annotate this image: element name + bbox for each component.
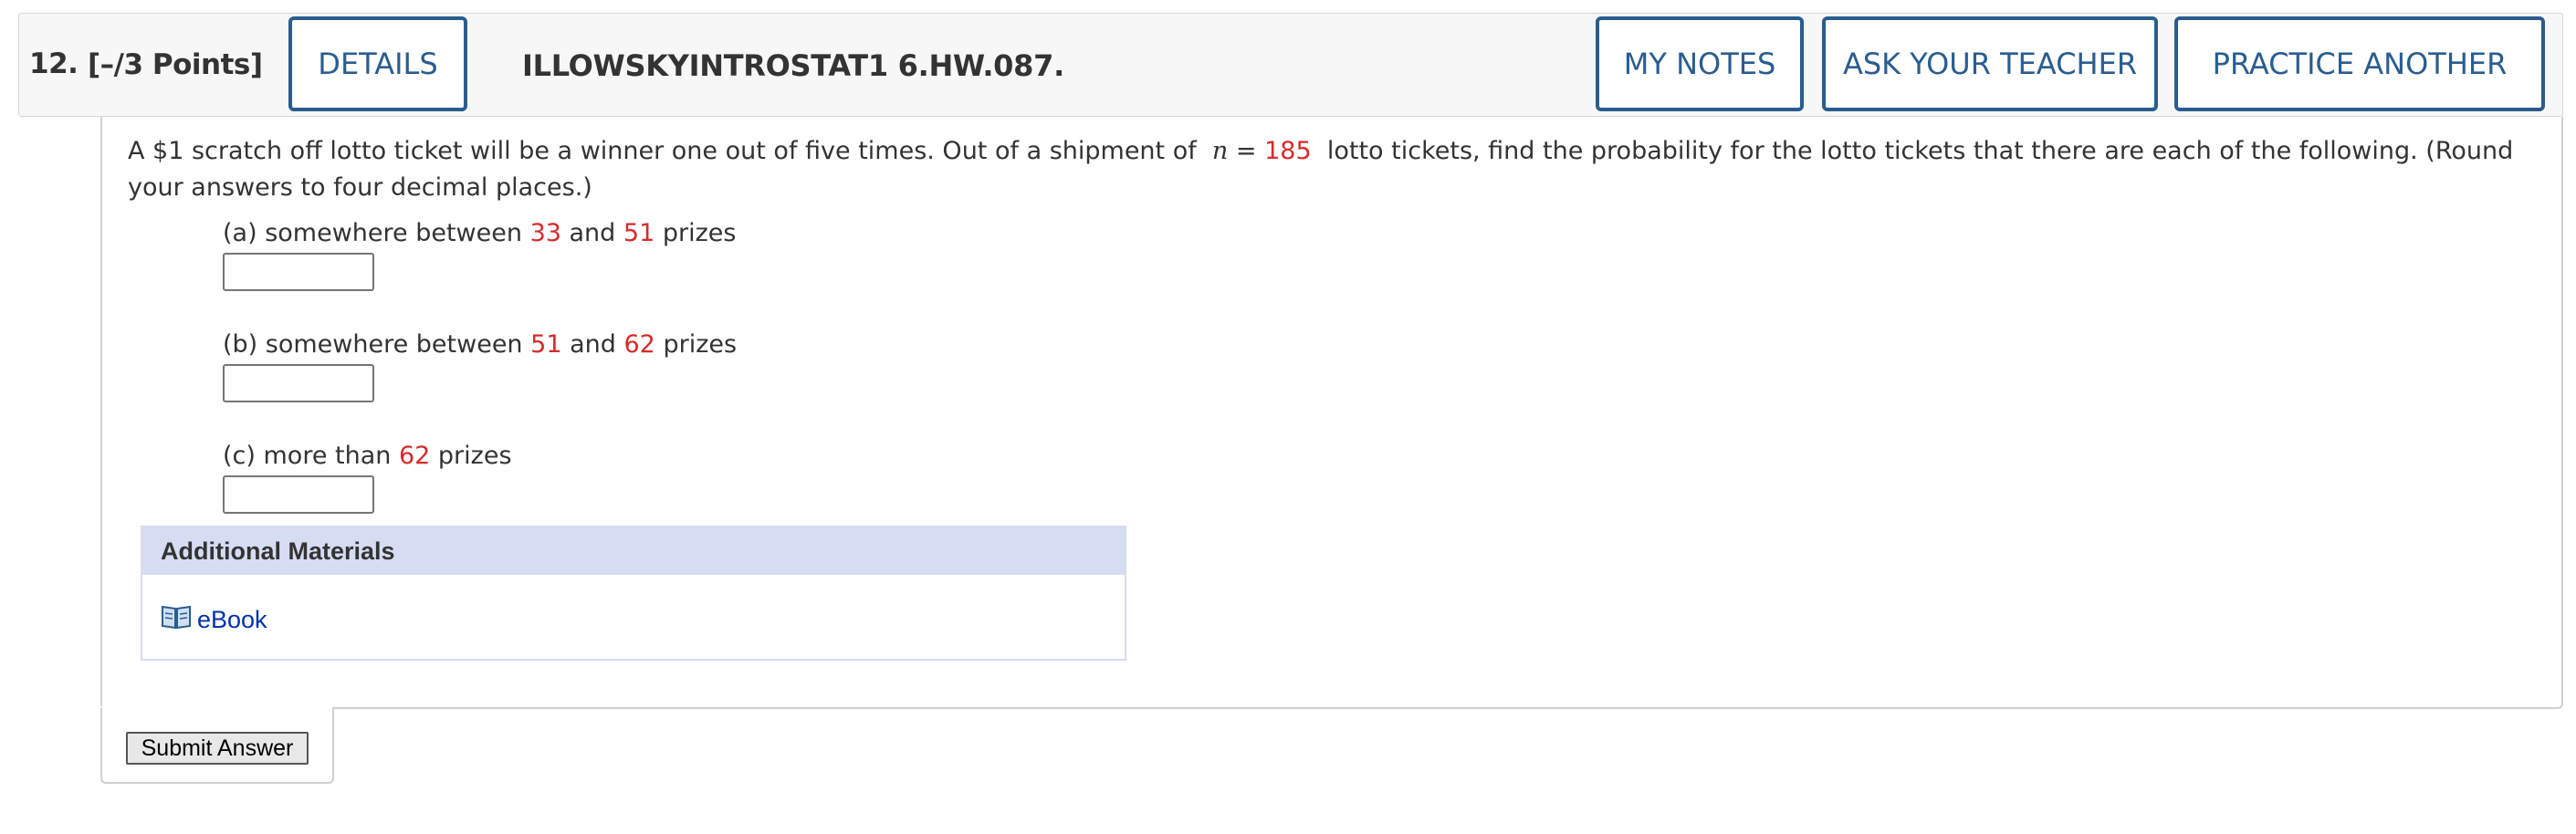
- ebook-link[interactable]: eBook: [161, 604, 267, 636]
- question-points: [–/3 Points]: [88, 48, 263, 81]
- submit-answer-button[interactable]: Submit Answer: [126, 732, 309, 765]
- additional-materials: Additional Materials eBook: [141, 526, 1126, 661]
- assignment-id: ILLOWSKYINTROSTAT1 6.HW.087.: [522, 48, 1064, 83]
- book-icon: [161, 604, 192, 636]
- ask-your-teacher-button[interactable]: ASK YOUR TEACHER: [1822, 16, 2158, 111]
- part-c-answer-input[interactable]: [223, 475, 374, 514]
- question-number: 12.: [29, 47, 79, 80]
- practice-another-button[interactable]: PRACTICE ANOTHER: [2174, 16, 2545, 111]
- part-b-answer-input[interactable]: [223, 364, 374, 402]
- details-button[interactable]: DETAILS: [288, 16, 467, 111]
- additional-materials-title: Additional Materials: [142, 527, 1125, 575]
- my-notes-button[interactable]: MY NOTES: [1596, 16, 1804, 111]
- var-n: n: [1211, 137, 1229, 165]
- n-value: 185: [1264, 137, 1312, 165]
- part-b-prompt: (b) somewhere between 51 and 62 prizes: [223, 330, 738, 359]
- problem-statement: A $1 scratch off lotto ticket will be a …: [128, 137, 2514, 202]
- ebook-label: eBook: [197, 606, 267, 633]
- part-a-prompt: (a) somewhere between 33 and 51 prizes: [223, 219, 737, 247]
- part-a-answer-input[interactable]: [223, 253, 374, 291]
- part-c-prompt: (c) more than 62 prizes: [223, 442, 512, 470]
